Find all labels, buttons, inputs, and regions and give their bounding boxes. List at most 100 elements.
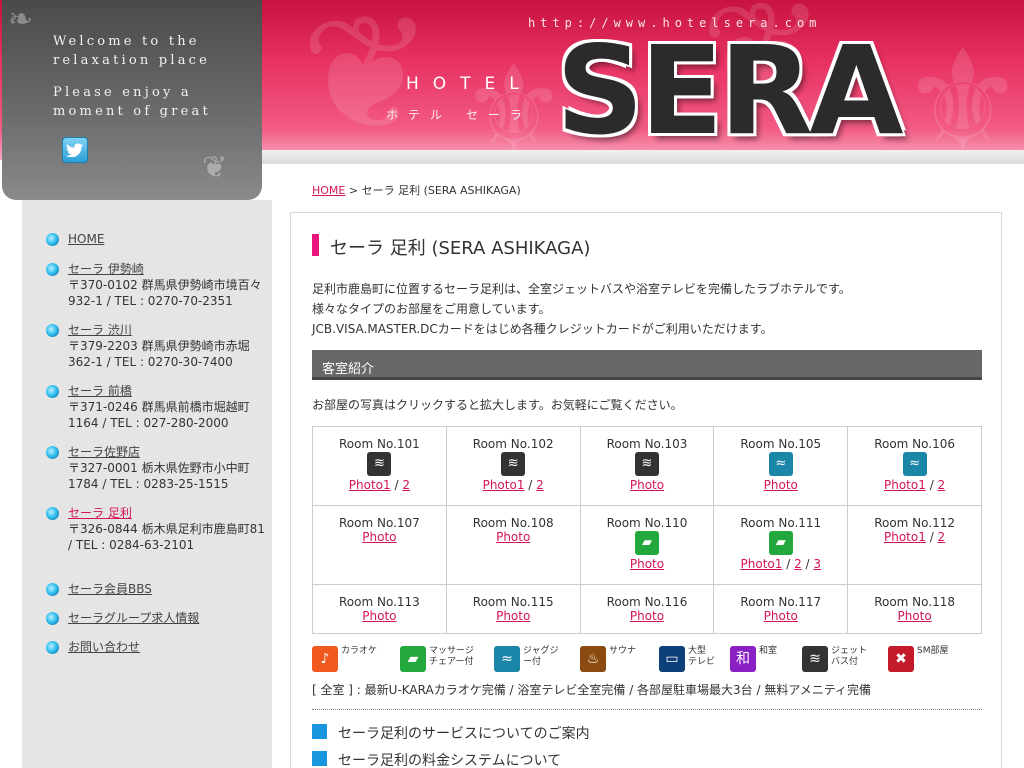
- legend-label: ジェット バス付: [831, 646, 867, 668]
- amenity-icon: 和: [730, 646, 756, 672]
- room-name: Room No.106: [874, 437, 955, 451]
- sidebar-item-hotel[interactable]: セーラ 伊勢崎 〒370-0102 群馬県伊勢崎市境百々932-1 / TEL …: [46, 261, 268, 309]
- room-cell: Room No.116 Photo: [579, 584, 715, 634]
- photo-link[interactable]: Photo1: [884, 478, 926, 492]
- sidebar-link[interactable]: セーラ佐野店: [68, 444, 268, 460]
- jet-icon: ≋: [501, 452, 526, 476]
- room-cell: Room No.108 Photo: [445, 505, 581, 585]
- legend-item: ▰ マッサージ チェアー付: [400, 646, 474, 672]
- photo-link[interactable]: 2: [938, 530, 946, 544]
- photo-link[interactable]: Photo: [764, 478, 798, 492]
- room-name: Room No.118: [874, 595, 955, 609]
- room-cell: Room No.106 ≈ Photo1 / 2: [847, 426, 982, 506]
- room-cell: Room No.101 ≋ Photo1 / 2: [312, 426, 447, 506]
- sera-logo[interactable]: SERA: [556, 30, 904, 152]
- all-rooms-note: [ 全室 ] : 最新U-KARAカラオケ完備 / 浴室テレビ全室完備 / 各部…: [312, 683, 872, 697]
- photo-link[interactable]: 2: [794, 557, 802, 571]
- welcome-line: Please enjoy a: [53, 85, 192, 100]
- room-photos: Photo: [447, 609, 580, 623]
- photo-link[interactable]: Photo: [496, 530, 530, 544]
- photo-separator: /: [782, 557, 795, 571]
- sidebar-link[interactable]: セーラ 前橋: [68, 383, 268, 399]
- bullet-icon: [46, 263, 59, 276]
- room-icon-wrap: ▰: [581, 530, 714, 557]
- sidebar-link[interactable]: セーラ 足利: [68, 505, 268, 521]
- photo-link[interactable]: Photo1: [741, 557, 783, 571]
- photo-separator: /: [390, 478, 403, 492]
- room-photos: Photo1 / 2: [848, 478, 981, 492]
- hotel-description: 足利市鹿島町に位置するセーラ足利は、全室ジェットバスや浴室テレビを完備したラブホ…: [312, 279, 992, 339]
- sidebar-link[interactable]: セーラ 伊勢崎: [68, 261, 268, 277]
- photo-link[interactable]: 2: [938, 478, 946, 492]
- room-cell: Room No.112 Photo1 / 2: [847, 505, 982, 585]
- photo-link[interactable]: Photo1: [483, 478, 525, 492]
- legend-item: 和和室: [730, 646, 777, 672]
- legend-item: ≈ ジャグジ ー付: [494, 646, 559, 672]
- room-photos: Photo: [313, 530, 446, 544]
- room-photos: Photo1 / 2: [447, 478, 580, 492]
- sidebar-item-hotel[interactable]: セーラ佐野店 〒327-0001 栃木県佐野市小中町1784 / TEL : 0…: [46, 444, 268, 492]
- room-photos: Photo: [581, 557, 714, 571]
- photo-link[interactable]: Photo: [630, 478, 664, 492]
- photo-link[interactable]: Photo: [897, 609, 931, 623]
- legend-item: ≋ ジェット バス付: [802, 646, 867, 672]
- welcome-line: relaxation place: [53, 53, 211, 68]
- amenity-icon: ♨: [580, 646, 606, 672]
- sidebar-link[interactable]: セーラグループ求人情報: [68, 610, 268, 626]
- room-name: Room No.117: [740, 595, 822, 609]
- photo-link[interactable]: Photo: [362, 530, 396, 544]
- room-name: Room No.101: [338, 437, 420, 451]
- sidebar-item-contact[interactable]: お問い合わせ: [46, 639, 268, 655]
- twitter-icon[interactable]: [62, 137, 88, 163]
- legend-line: ジャグジ: [523, 646, 559, 656]
- ornament-icon: ⚜: [460, 40, 568, 160]
- legend-label: サウナ: [609, 646, 636, 657]
- sidebar-item-hotel[interactable]: セーラ 前橋 〒371-0246 群馬県前橋市堀越町1164 / TEL : 0…: [46, 383, 268, 431]
- sidebar-item-recruit[interactable]: セーラグループ求人情報: [46, 610, 268, 626]
- sidebar-link[interactable]: HOME: [68, 231, 268, 247]
- room-cell: Room No.102 ≋ Photo1 / 2: [445, 426, 581, 506]
- service-info-link[interactable]: セーラ足利のサービスについてのご案内: [312, 723, 590, 743]
- legend-item: ✖ SM部屋: [888, 646, 948, 672]
- room-icon-wrap: ≈: [848, 451, 981, 478]
- welcome-box: ❧ ❦ Welcome to the relaxation place Plea…: [2, 0, 262, 200]
- sidebar-item-bbs[interactable]: セーラ会員BBS: [46, 581, 268, 597]
- amenity-icon: ≋: [802, 646, 828, 672]
- photo-link[interactable]: Photo1: [349, 478, 391, 492]
- hotel-address: 〒370-0102 群馬県伊勢崎市境百々932-1 / TEL : 0270-7…: [68, 278, 262, 308]
- sidebar-link[interactable]: セーラ会員BBS: [68, 581, 268, 597]
- legend-item: ♪ カラオケ: [312, 646, 377, 672]
- room-cell: Room No.113 Photo: [312, 584, 447, 634]
- room-cell: Room No.117 Photo: [713, 584, 849, 634]
- photo-link[interactable]: Photo: [362, 609, 396, 623]
- room-name: Room No.111: [740, 516, 822, 530]
- room-name: Room No.113: [338, 595, 420, 609]
- amenity-icon: ▭: [659, 646, 685, 672]
- page-title: セーラ 足利 (SERA ASHIKAGA): [312, 234, 590, 260]
- room-name: Room No.108: [472, 516, 554, 530]
- photo-link[interactable]: 2: [536, 478, 544, 492]
- bullet-icon: [46, 507, 59, 520]
- photo-link[interactable]: Photo: [496, 609, 530, 623]
- room-name: Room No.116: [606, 595, 688, 609]
- sidebar-link[interactable]: お問い合わせ: [68, 639, 268, 655]
- room-cell: Room No.107 Photo: [312, 505, 447, 585]
- amenity-icon: ▰: [400, 646, 426, 672]
- bullet-icon: [46, 324, 59, 337]
- sidebar-link[interactable]: セーラ 渋川: [68, 322, 268, 338]
- sidebar-item-home[interactable]: HOME: [46, 231, 268, 247]
- photo-link[interactable]: Photo: [630, 557, 664, 571]
- legend-line: 和室: [759, 646, 778, 656]
- price-system-link[interactable]: セーラ足利の料金システムについて: [312, 750, 561, 768]
- sidebar-item-hotel-active[interactable]: セーラ 足利 〒326-0844 栃木県足利市鹿島町81 / TEL : 028…: [46, 505, 268, 553]
- amenity-legend: ♪ カラオケ ▰ マッサージ チェアー付 ≈ ジャグジ ー付 ♨ サウナ ▭ 大型 テレビ和和室 ≋ ジェッ…: [312, 646, 992, 676]
- photo-link[interactable]: Photo1: [884, 530, 926, 544]
- breadcrumb-home-link[interactable]: HOME: [312, 184, 345, 197]
- photo-link[interactable]: Photo: [630, 609, 664, 623]
- room-icon-wrap: ≋: [447, 451, 580, 478]
- photo-link[interactable]: 3: [813, 557, 821, 571]
- sidebar-item-hotel[interactable]: セーラ 渋川 〒379-2203 群馬県伊勢崎市赤堀362-1 / TEL : …: [46, 322, 268, 370]
- photo-link[interactable]: Photo: [764, 609, 798, 623]
- bath-icon: ≈: [902, 452, 927, 476]
- photo-link[interactable]: 2: [402, 478, 410, 492]
